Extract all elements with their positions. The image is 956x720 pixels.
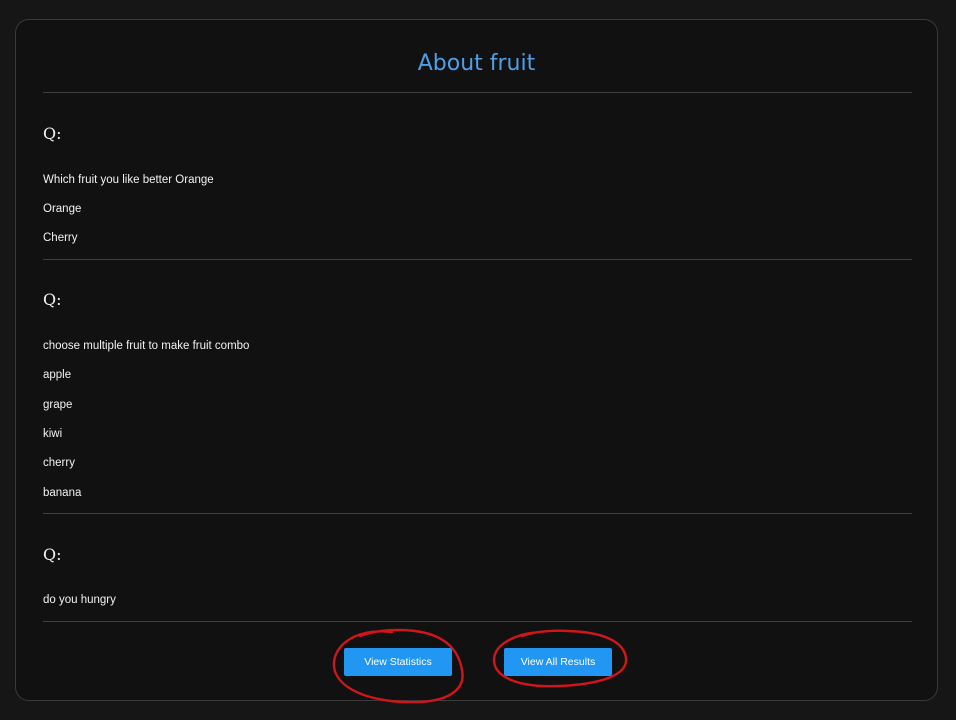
question-2-option-1: apple [43, 369, 72, 381]
question-1-text: Which fruit you like better Orange [43, 174, 214, 186]
question-1-option-1: Orange [43, 203, 82, 215]
divider [43, 621, 912, 622]
question-3-text: do you hungry [43, 594, 116, 606]
divider [43, 513, 912, 514]
question-2-option-5: banana [43, 487, 82, 499]
question-1-label: Q: [43, 124, 62, 143]
question-2-option-3: kiwi [43, 428, 63, 440]
question-3-label: Q: [43, 545, 62, 564]
question-2-option-2: grape [43, 399, 73, 411]
question-2-text: choose multiple fruit to make fruit comb… [43, 340, 250, 352]
question-1-option-2: Cherry [43, 232, 78, 244]
view-all-results-button[interactable]: View All Results [504, 648, 612, 676]
view-statistics-button[interactable]: View Statistics [344, 648, 452, 676]
survey-card: About fruit Q: Which fruit you like bett… [15, 19, 938, 701]
question-2-option-4: cherry [43, 457, 75, 469]
question-2-label: Q: [43, 290, 62, 309]
divider [43, 92, 912, 93]
survey-title: About fruit [417, 51, 536, 76]
divider [43, 259, 912, 260]
